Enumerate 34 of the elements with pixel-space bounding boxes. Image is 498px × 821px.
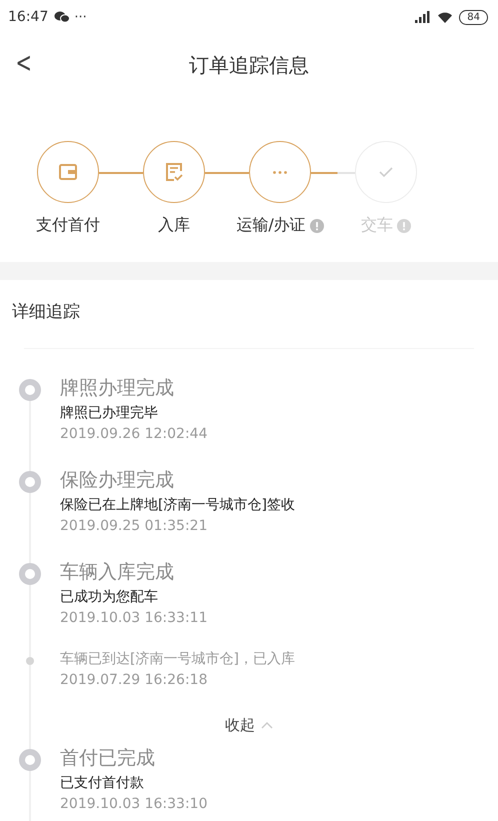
step-label: 入库 (158, 215, 190, 236)
event-time: 2019.09.26 12:02:44 (60, 425, 208, 444)
step-label: 运输/办证 (236, 215, 306, 236)
page-title: 订单追踪信息 (189, 52, 309, 78)
event-title: 车辆入库完成 (60, 560, 175, 585)
event-time: 2019.07.29 16:26:18 (60, 671, 208, 690)
timeline-dot (26, 657, 34, 665)
timeline-dot (19, 563, 41, 585)
event-time: 2019.09.25 01:35:21 (60, 517, 208, 536)
signal-icon (415, 11, 432, 23)
event-title: 首付已完成 (60, 746, 156, 771)
event-detail: 保险已在上牌地[济南一号城市仓]签收 (60, 496, 295, 515)
battery-indicator: 84 (459, 10, 488, 24)
timeline-dot (19, 471, 41, 493)
event-detail: 已支付首付款 (60, 774, 145, 793)
event-title: 牌照办理完成 (60, 376, 175, 401)
event-time: 2019.10.03 16:33:11 (60, 609, 208, 628)
event-time: 2019.10.03 16:33:10 (60, 795, 208, 814)
event-detail: 已成功为您配车 (60, 588, 159, 607)
event-detail: 牌照已办理完毕 (60, 404, 159, 423)
back-button[interactable]: < (12, 46, 35, 79)
chat-app-icon (54, 11, 70, 23)
timeline-dot (19, 749, 41, 771)
event-title: 保险办理完成 (60, 468, 175, 493)
info-icon (397, 218, 411, 232)
timeline-dot (19, 379, 41, 401)
event-detail: 车辆已到达[济南一号城市仓]，已入库 (60, 650, 295, 669)
wifi-icon (437, 11, 454, 23)
more-notifications: ··· (74, 10, 87, 24)
collapse-button[interactable]: 收起 (225, 716, 255, 734)
section-heading: 详细追踪 (11, 301, 81, 324)
status-time: 16:47 (8, 9, 48, 25)
info-icon (310, 218, 324, 232)
step-label: 支付首付 (36, 215, 100, 236)
